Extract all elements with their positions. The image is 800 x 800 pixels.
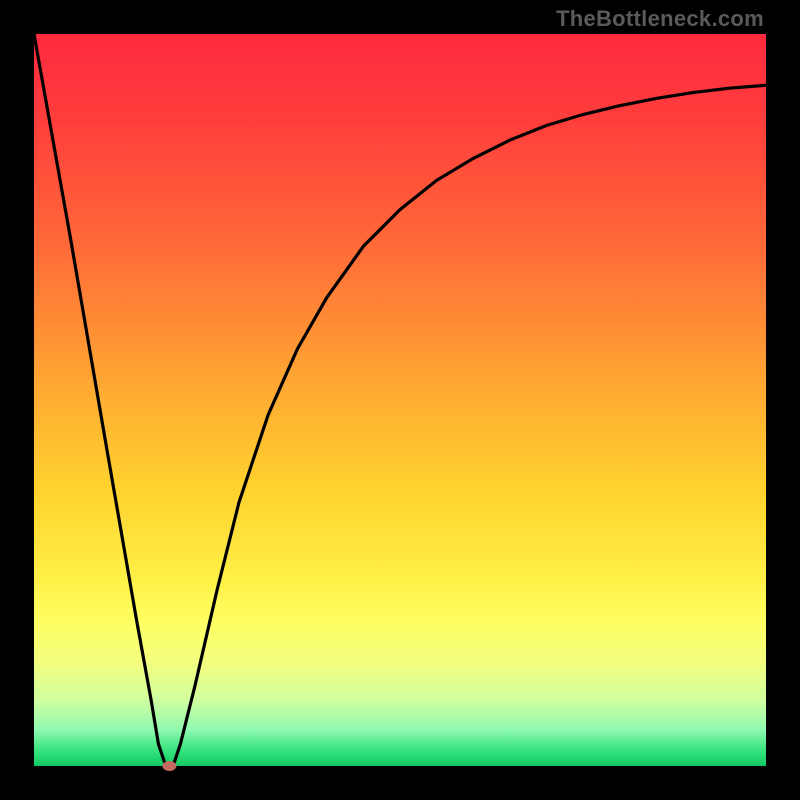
attribution-label: TheBottleneck.com [556,6,764,32]
chart-frame: TheBottleneck.com [0,0,800,800]
curve-path [34,34,766,766]
plot-area [34,34,766,766]
minimum-marker [162,761,176,771]
bottleneck-curve [34,34,766,766]
